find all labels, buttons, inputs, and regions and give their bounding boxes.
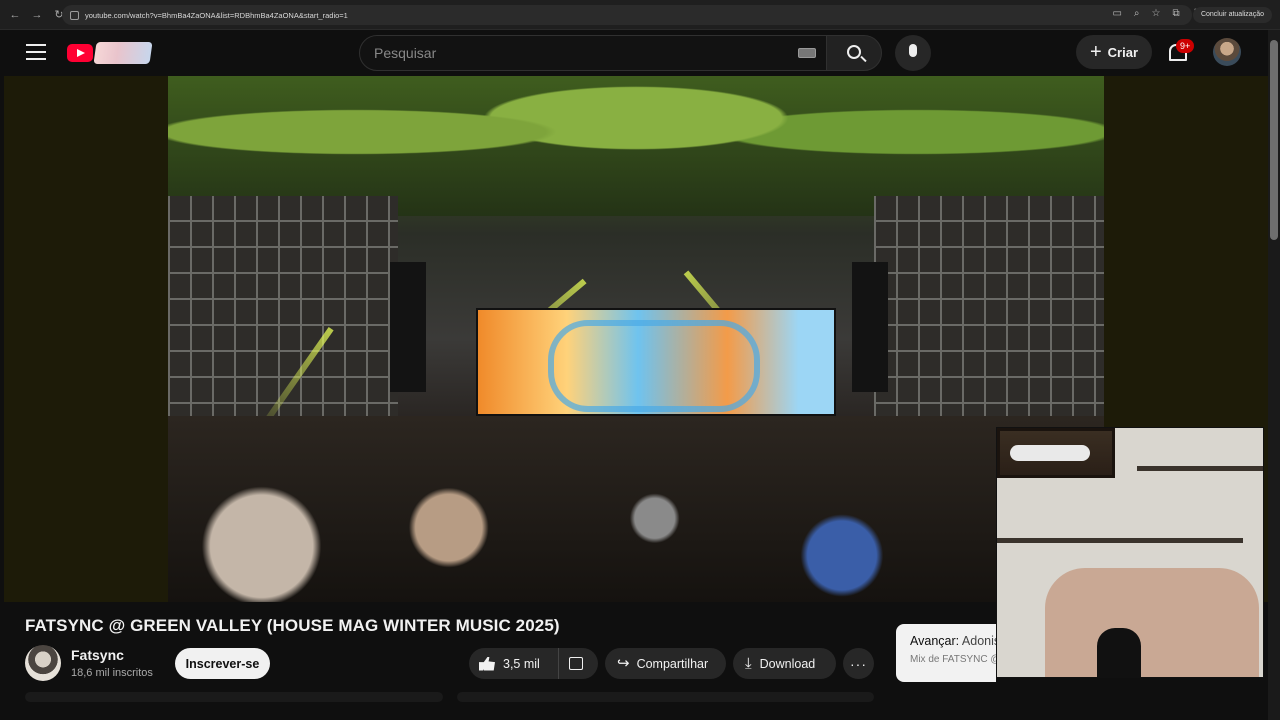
browser-nav: ← → ↻ [0, 8, 66, 22]
like-button[interactable]: 3,5 mil [469, 648, 559, 679]
site-info-icon[interactable] [70, 10, 79, 20]
headrest-shadow [1097, 628, 1141, 677]
hanging-plants [168, 76, 1104, 216]
up-next-title: Adonis [961, 634, 996, 648]
left-speaker [390, 262, 426, 392]
search-icon-handle [860, 55, 867, 63]
dislike-button[interactable] [569, 657, 583, 670]
wall-shelf [997, 538, 1243, 543]
youtube-header: Pesquisar + Criar 9+ [0, 30, 1268, 76]
thumbs-up-icon [479, 656, 495, 671]
description-card-edge [25, 692, 443, 702]
keyboard-icon[interactable] [798, 48, 816, 58]
subscribe-button[interactable]: Inscrever-se [175, 648, 270, 679]
crowd [168, 416, 1104, 602]
led-screen [476, 308, 836, 416]
video-player[interactable] [4, 76, 1268, 678]
up-next-card[interactable]: Avançar: Adonis Mix de FATSYNC @ [896, 624, 996, 682]
chair [1045, 568, 1259, 677]
channel-avatar[interactable] [25, 645, 61, 681]
doodle-logo [93, 42, 153, 64]
url-text: youtube.com/watch?v=BhmBa4ZaONA&list=RDB… [85, 10, 348, 20]
update-button[interactable]: Concluir atualização [1192, 7, 1272, 23]
create-label: Criar [1107, 44, 1139, 60]
plus-icon: + [1089, 41, 1102, 63]
forward-icon[interactable]: → [30, 9, 44, 21]
extensions-icon[interactable]: ⧉ [1172, 8, 1179, 19]
up-next-prefix: Avançar: [910, 634, 960, 648]
youtube-play-icon [67, 44, 93, 62]
like-dislike-group: 3,5 mil [469, 648, 598, 679]
page-scrollbar[interactable] [1268, 30, 1280, 720]
share-label: Compartilhar [636, 656, 709, 671]
youtube-logo[interactable] [67, 42, 153, 64]
video-frame[interactable] [168, 76, 1104, 602]
browser-toolbar: ← → ↻ youtube.com/watch?v=BhmBa4ZaONA&li… [0, 0, 1280, 30]
zoom-icon[interactable]: ⌕ [1134, 8, 1140, 19]
back-icon[interactable]: ← [8, 9, 22, 21]
download-label: Download [759, 656, 816, 671]
wall-picture [997, 428, 1115, 478]
address-bar[interactable]: youtube.com/watch?v=BhmBa4ZaONA&list=RDB… [62, 5, 1192, 25]
share-icon: ↪ [617, 655, 630, 672]
wall-shelf [1137, 466, 1263, 471]
scrollbar-thumb[interactable] [1270, 40, 1278, 240]
browser-tools: ▭ ⌕ ☆ ⧉ ⇩ [1112, 8, 1200, 19]
search-placeholder: Pesquisar [374, 45, 437, 61]
voice-search-mic-icon[interactable] [895, 35, 931, 71]
comments-card-edge [457, 692, 874, 702]
notifications-badge: 9+ [1176, 39, 1195, 53]
channel-name[interactable]: Fatsync [71, 647, 124, 663]
download-icon: ⤓ [745, 655, 752, 672]
webcam-overlay [996, 427, 1264, 678]
cast-icon[interactable]: ▭ [1112, 8, 1121, 19]
subscriber-count: 18,6 mil inscritos [71, 667, 153, 679]
search-button[interactable] [826, 35, 882, 71]
search-icon [847, 45, 861, 59]
bookmark-star-icon[interactable]: ☆ [1152, 8, 1161, 19]
menu-icon[interactable] [26, 44, 46, 60]
search-input[interactable]: Pesquisar [359, 35, 827, 71]
create-button[interactable]: + Criar [1076, 35, 1152, 69]
account-avatar[interactable] [1213, 38, 1241, 66]
right-speaker [852, 262, 888, 392]
more-actions-button[interactable]: ··· [843, 648, 874, 679]
download-button[interactable]: ⤓ Download [733, 648, 836, 679]
video-title: FATSYNC @ GREEN VALLEY (HOUSE MAG WINTER… [25, 616, 560, 635]
like-count: 3,5 mil [503, 656, 540, 671]
up-next-subtitle: Mix de FATSYNC @ [910, 654, 996, 665]
share-button[interactable]: ↪ Compartilhar [605, 648, 726, 679]
